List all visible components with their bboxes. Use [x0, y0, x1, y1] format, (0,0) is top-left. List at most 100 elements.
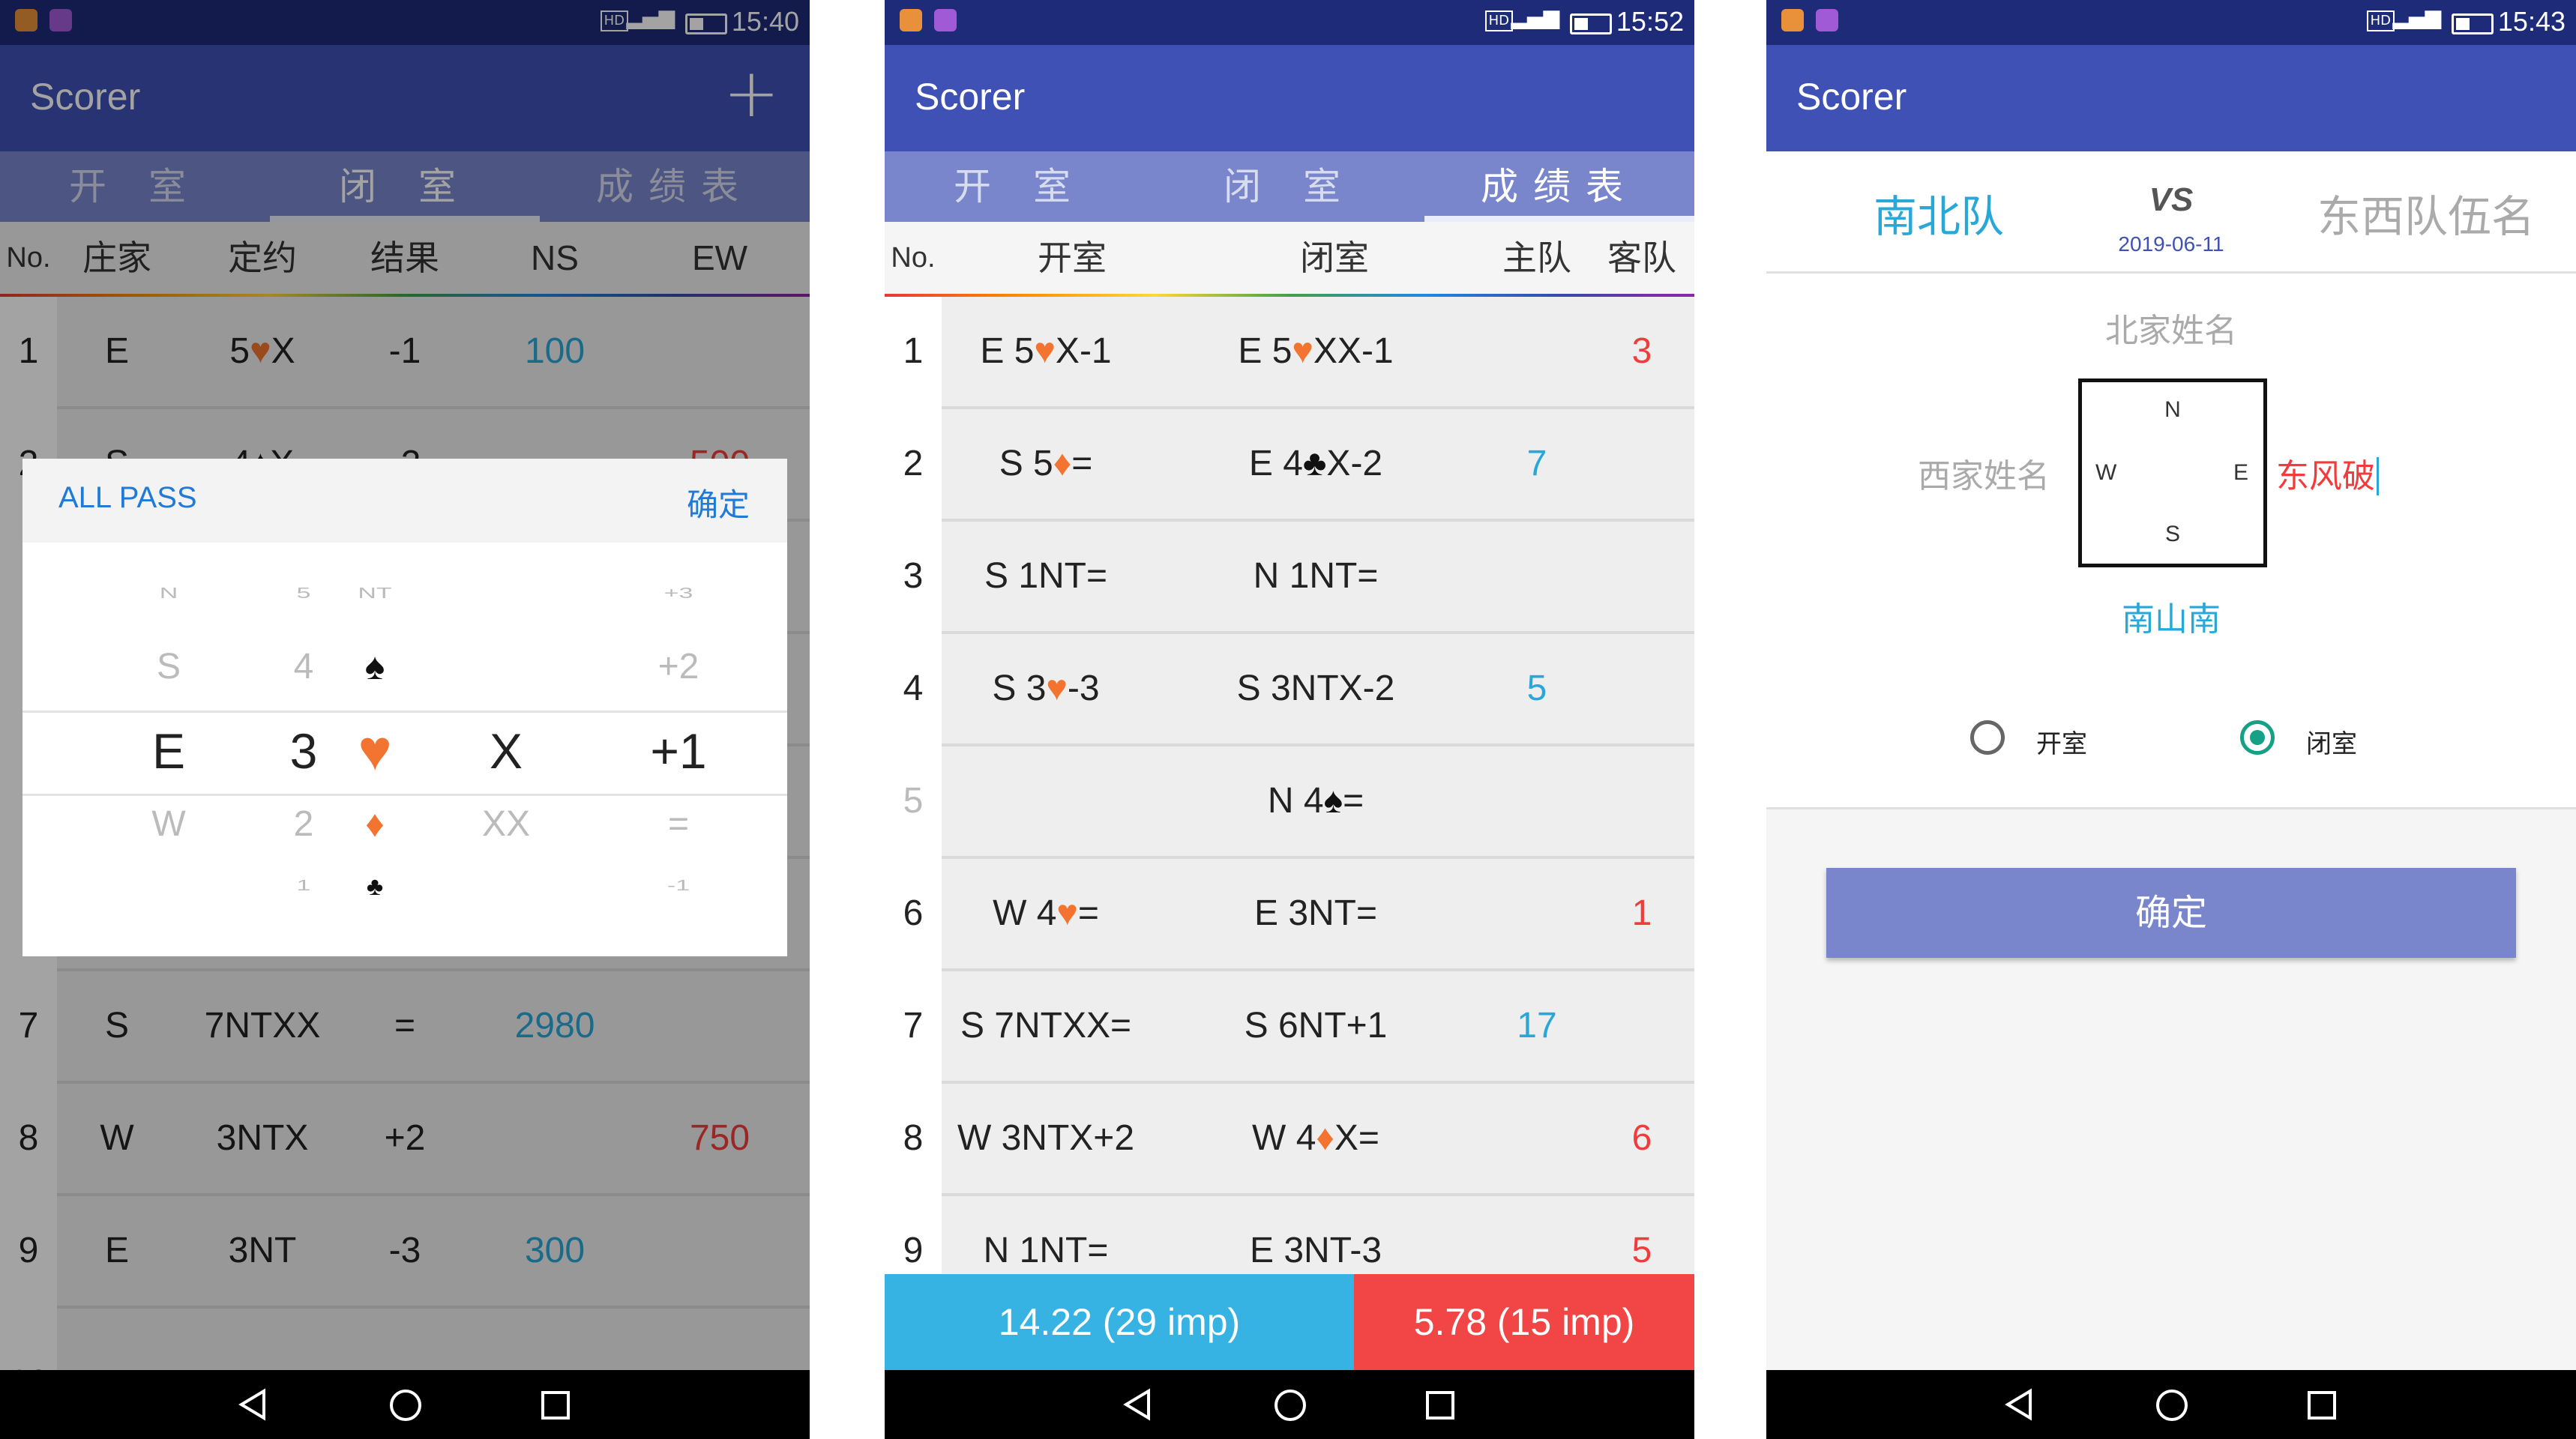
closed-room-result: N 4♠=: [1185, 746, 1447, 856]
tab-scoresheet[interactable]: 成绩表: [1424, 151, 1694, 222]
closed-room-result: W 4♦X=: [1185, 1084, 1447, 1193]
contract-prefix: E 5: [980, 331, 1035, 371]
navigation-bar: [885, 1370, 1694, 1439]
heart-icon: ♥: [1046, 669, 1068, 708]
home-imp: [1484, 859, 1589, 968]
result-option[interactable]: =: [622, 803, 735, 845]
home-imp: 5: [1526, 669, 1547, 708]
contract-suffix: =: [1071, 444, 1093, 483]
away-imp: 1: [1631, 893, 1652, 933]
spade-icon[interactable]: ♠: [319, 645, 431, 688]
table-row[interactable]: 3S 1NT= N 1NT=: [885, 522, 1694, 634]
confirm-button[interactable]: 确定: [1826, 868, 2516, 958]
double-option[interactable]: XX: [450, 803, 562, 845]
away-total: 5.78 (15 imp): [1354, 1274, 1694, 1370]
contract-prefix: S 7NTXX=: [960, 1006, 1132, 1046]
home-icon[interactable]: [2155, 1388, 2189, 1423]
header-open-room: 开室: [1038, 238, 1107, 277]
contract-suffix: =: [1077, 893, 1099, 933]
result-option[interactable]: +3: [622, 585, 735, 602]
contract-prefix: S 3: [992, 669, 1047, 708]
notification-app-icon: [1781, 9, 1804, 31]
contract-prefix: E 3NT=: [1254, 893, 1378, 933]
compass-north-label: N: [2164, 397, 2181, 422]
back-icon[interactable]: [1122, 1388, 1155, 1421]
club-icon[interactable]: ♣: [319, 872, 431, 902]
recents-icon[interactable]: [540, 1390, 571, 1421]
compass-east-label: E: [2233, 460, 2248, 485]
seat-option[interactable]: W: [112, 803, 225, 845]
closed-room-result: S 3NTX-2: [1185, 634, 1447, 743]
confirm-button[interactable]: 确定: [687, 480, 750, 525]
contract-picker-dialog: ALL PASS 确定 N S E W 5 4 3 2 1 NT ♠ ♥ ♦ ♣…: [22, 459, 787, 956]
table-row[interactable]: 8W 3NTX+2 W 4♦X= 6: [885, 1084, 1694, 1196]
open-room-label[interactable]: 开室: [2036, 723, 2087, 760]
signal-icon: ▂▄▆: [2392, 4, 2441, 29]
seat-option[interactable]: S: [112, 646, 225, 687]
table-row[interactable]: 1E 5♥X-1 E 5♥XX-1 3: [885, 297, 1694, 409]
table-row[interactable]: 5N 4♠=: [885, 746, 1694, 859]
table-row[interactable]: 7S 7NTXX= S 6NT+1 17: [885, 971, 1694, 1084]
contract-suffix: X=: [1334, 1118, 1379, 1158]
seat-option[interactable]: N: [112, 585, 225, 602]
back-icon[interactable]: [2003, 1388, 2036, 1421]
tab-open-room[interactable]: 开 室: [885, 151, 1155, 222]
team-ew-name[interactable]: 东西队伍名: [2291, 181, 2561, 244]
home-icon[interactable]: [1273, 1388, 1307, 1423]
radio-open-room[interactable]: [1970, 720, 2005, 755]
radio-closed-room[interactable]: [2240, 720, 2275, 755]
table-row[interactable]: 4S 3♥-3 S 3NTX-2 5: [885, 634, 1694, 746]
contract-prefix: N 4: [1267, 781, 1324, 821]
back-icon[interactable]: [237, 1388, 270, 1421]
team-ns-name[interactable]: 南北队: [1826, 181, 2051, 244]
recents-icon[interactable]: [2306, 1390, 2338, 1421]
result-option[interactable]: +2: [622, 646, 735, 687]
app-title: Scorer: [915, 76, 1026, 118]
match-date[interactable]: 2019-06-11: [2096, 232, 2246, 256]
status-time: 15:43: [2497, 6, 2566, 37]
header-away: 客队: [1607, 238, 1676, 277]
contract-prefix: S 5: [999, 444, 1053, 483]
diamond-icon[interactable]: ♦: [319, 802, 431, 845]
result-selected[interactable]: +1: [622, 722, 735, 779]
tab-closed-room[interactable]: 闭 室: [1155, 151, 1424, 222]
tab-label: 成绩表: [1481, 165, 1638, 208]
diamond-icon: ♦: [1053, 444, 1072, 483]
tab-bar: 开 室 闭 室 成绩表: [885, 151, 1694, 222]
contract-prefix: W 3NTX+2: [957, 1118, 1135, 1158]
open-room-result: S 5♦=: [915, 409, 1177, 519]
east-player-field[interactable]: 东风破: [2276, 449, 2411, 497]
heart-icon[interactable]: ♥: [319, 718, 431, 783]
status-time: 15:52: [1616, 6, 1684, 37]
hd-badge: HD: [2366, 10, 2395, 31]
away-imp: 6: [1631, 1118, 1652, 1158]
closed-room-label[interactable]: 闭室: [2306, 723, 2357, 760]
notification-gallery-icon: [1816, 9, 1838, 31]
recents-icon[interactable]: [1424, 1390, 1456, 1421]
contract-suffix: =: [1343, 781, 1364, 821]
west-player-field[interactable]: 西家姓名: [1886, 449, 2081, 497]
table-header: No. 开室 闭室 主队 客队: [885, 222, 1694, 297]
vs-label: VS: [2149, 181, 2194, 218]
home-imp: [1484, 1084, 1589, 1193]
suit-option[interactable]: NT: [319, 585, 431, 602]
table-row[interactable]: 6W 4♥= E 3NT= 1: [885, 859, 1694, 971]
contract-prefix: E 4: [1248, 444, 1303, 483]
open-room-result: [915, 746, 1177, 856]
heart-icon: ♥: [1292, 331, 1313, 371]
navigation-bar: [0, 1370, 810, 1439]
player-form: 北家姓名 西家姓名 东风破 N W E S 南山南 开室 闭室: [1766, 274, 2576, 809]
closed-room-result: E 5♥XX-1: [1185, 297, 1447, 406]
contract-prefix: W 4: [1252, 1118, 1316, 1158]
double-selected[interactable]: X: [450, 722, 562, 779]
home-imp: [1484, 297, 1589, 406]
south-player-field[interactable]: 南山南: [2059, 592, 2284, 640]
home-icon[interactable]: [388, 1388, 423, 1423]
table-row[interactable]: 2S 5♦= E 4♣X-2 7: [885, 409, 1694, 522]
home-total: 14.22 (29 imp): [885, 1274, 1354, 1370]
all-pass-button[interactable]: ALL PASS: [58, 481, 197, 515]
seat-selected[interactable]: E: [112, 722, 225, 779]
open-room-result: E 5♥X-1: [915, 297, 1177, 406]
north-player-field[interactable]: 北家姓名: [2059, 304, 2284, 352]
result-option[interactable]: -1: [622, 877, 735, 894]
